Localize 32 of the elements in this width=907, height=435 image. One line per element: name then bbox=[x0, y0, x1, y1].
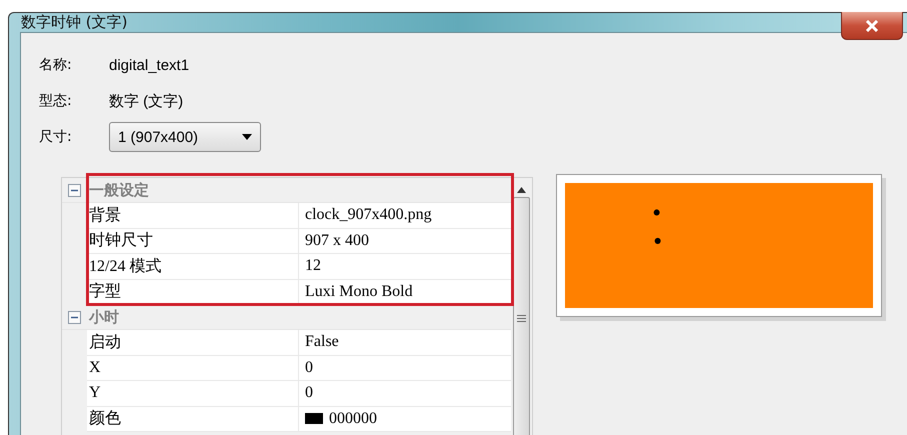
collapse-toggle[interactable] bbox=[68, 310, 81, 324]
property-name: 字型 bbox=[87, 280, 299, 304]
property-name: Y bbox=[87, 381, 299, 406]
property-value: 907 x 400 bbox=[305, 232, 369, 250]
property-name: 启动 bbox=[87, 330, 299, 354]
window-title: 数字时钟 (文字) bbox=[21, 13, 128, 32]
close-icon bbox=[865, 20, 879, 32]
property-value: False bbox=[305, 333, 339, 352]
property-value: 0 bbox=[305, 384, 313, 402]
close-button[interactable] bbox=[841, 12, 903, 40]
caret-icon bbox=[242, 134, 252, 140]
property-value: 000000 bbox=[329, 410, 377, 428]
size-dropdown[interactable]: 1 (907x400) bbox=[109, 122, 261, 152]
property-value: Luxi Mono Bold bbox=[305, 282, 413, 301]
scroll-up-icon bbox=[516, 187, 526, 193]
property-name: 背景 bbox=[87, 203, 299, 228]
property-value: 12 bbox=[305, 257, 321, 276]
category-header: 一般设定 bbox=[89, 180, 149, 200]
scroll-thumb[interactable] bbox=[512, 197, 530, 435]
field-label: 尺寸: bbox=[39, 128, 73, 146]
field-value: digital_text1 bbox=[109, 56, 190, 74]
collapse-toggle[interactable] bbox=[68, 184, 81, 196]
property-name: 颜色 bbox=[87, 406, 299, 431]
property-value: 0 bbox=[305, 358, 313, 377]
field-label: 名称: bbox=[39, 56, 73, 74]
category-header: 小时 bbox=[89, 308, 119, 326]
property-name: X bbox=[87, 356, 299, 380]
property-name: 12/24 模式 bbox=[87, 254, 299, 278]
property-value: clock_907x400.png bbox=[305, 206, 432, 224]
field-label: 型态: bbox=[39, 92, 73, 110]
field-value: 数字 (文字) bbox=[109, 92, 184, 110]
property-name: 时钟尺寸 bbox=[87, 228, 299, 253]
